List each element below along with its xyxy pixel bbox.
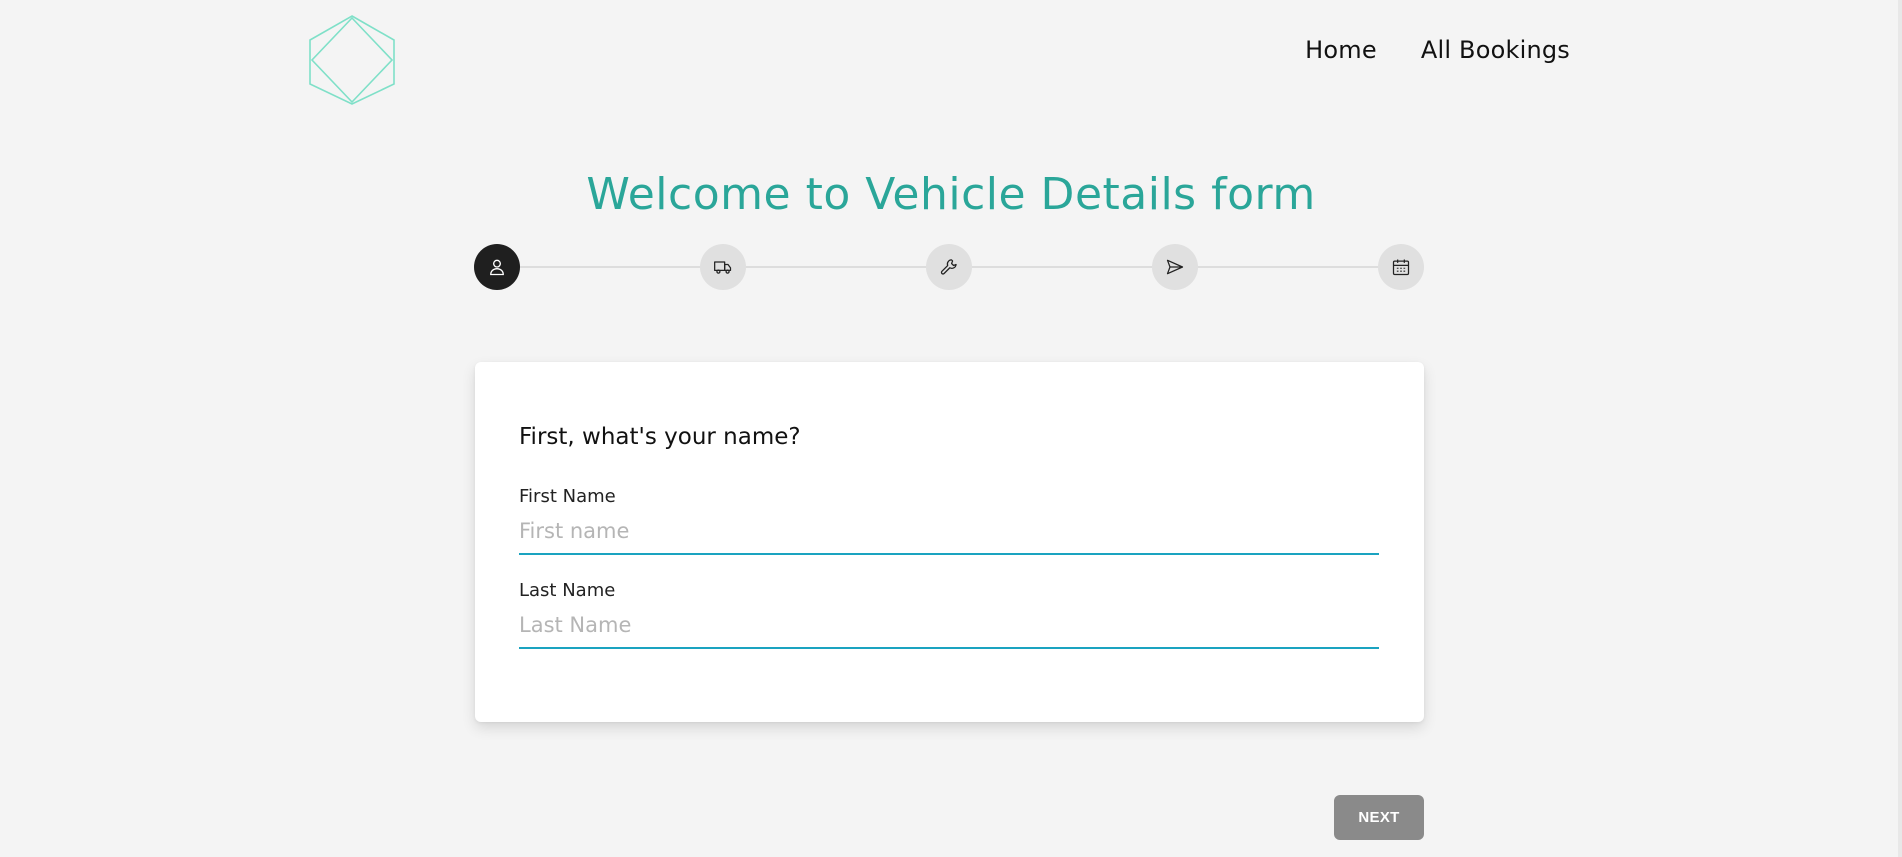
wrench-icon <box>940 259 957 275</box>
nav-all-bookings-link[interactable]: All Bookings <box>1421 36 1570 64</box>
step-schedule[interactable] <box>1378 244 1424 290</box>
form-stepper <box>474 244 1424 290</box>
step-submit[interactable] <box>1152 244 1198 290</box>
hexagon-diamond-logo-icon[interactable] <box>306 14 398 106</box>
name-form-card: First, what's your name? First Name Last… <box>475 362 1424 722</box>
last-name-label: Last Name <box>519 580 616 601</box>
first-name-field-group: First Name <box>519 486 1379 555</box>
scrollbar[interactable] <box>1898 0 1902 857</box>
page-title: Welcome to Vehicle Details form <box>586 169 1316 220</box>
truck-icon <box>714 261 732 274</box>
first-name-input[interactable] <box>519 513 1379 555</box>
step-vehicle[interactable] <box>700 244 746 290</box>
calendar-icon <box>1392 259 1410 276</box>
last-name-input[interactable] <box>519 607 1379 649</box>
top-nav: Home All Bookings <box>1305 36 1570 64</box>
next-button[interactable]: NEXT <box>1334 795 1424 840</box>
last-name-field-group: Last Name <box>519 580 1379 649</box>
page: Home All Bookings Welcome to Vehicle Det… <box>0 0 1902 857</box>
form-question: First, what's your name? <box>519 424 801 450</box>
step-service[interactable] <box>926 244 972 290</box>
person-icon <box>490 259 504 276</box>
nav-home-link[interactable]: Home <box>1305 36 1377 64</box>
step-personal[interactable] <box>474 244 520 290</box>
first-name-label: First Name <box>519 486 616 507</box>
send-icon <box>1166 259 1184 275</box>
